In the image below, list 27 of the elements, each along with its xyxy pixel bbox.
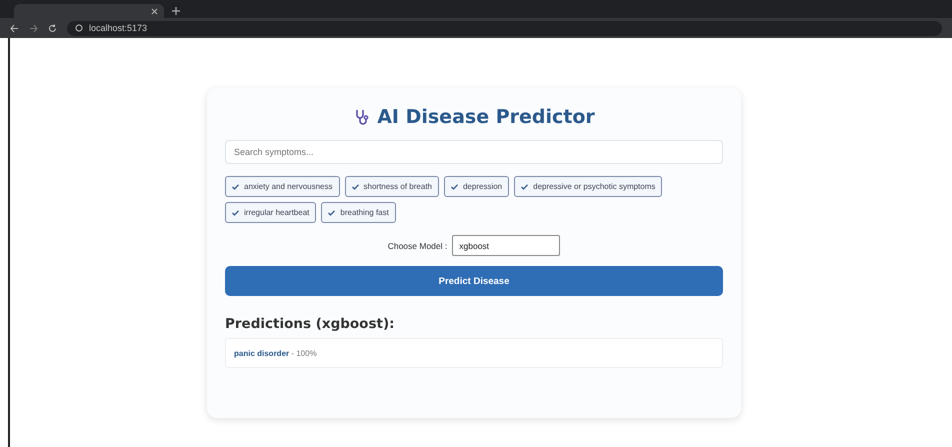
reload-icon[interactable] <box>48 24 57 32</box>
prediction-score: - 100% <box>290 348 317 358</box>
symptom-chip[interactable]: depression <box>444 176 510 197</box>
plus-icon[interactable] <box>172 7 180 15</box>
check-icon <box>352 184 358 190</box>
check-icon <box>232 184 239 190</box>
symptom-chip[interactable]: irregular heartbeat <box>225 202 316 223</box>
search-field[interactable]: Search symptoms... <box>225 140 723 164</box>
symptom-chip[interactable]: depressive or psychotic symptoms <box>514 176 662 197</box>
symptom-chip[interactable]: shortness of breath <box>344 176 439 197</box>
close-icon[interactable] <box>151 8 158 14</box>
model-label: Choose Model : <box>388 240 448 250</box>
symptom-chip[interactable]: breathing fast <box>321 202 396 223</box>
check-icon <box>328 210 336 216</box>
back-icon[interactable] <box>10 24 19 32</box>
forward-icon[interactable] <box>29 24 38 32</box>
check-icon <box>232 210 239 216</box>
disease-name: panic disorder <box>234 348 290 358</box>
model-select[interactable]: xgboost <box>452 235 560 256</box>
predict-button[interactable]: Predict Disease <box>225 266 723 296</box>
check-icon <box>450 184 458 190</box>
check-icon <box>521 184 528 190</box>
symptom-chip[interactable]: anxiety and nervousness <box>225 176 340 197</box>
site-info-icon[interactable] <box>75 24 83 32</box>
predictions-heading: Predictions (xgboost): <box>225 316 396 332</box>
app-title: AI Disease Predictor <box>377 106 595 128</box>
address-bar[interactable]: localhost:5173 <box>67 20 942 36</box>
